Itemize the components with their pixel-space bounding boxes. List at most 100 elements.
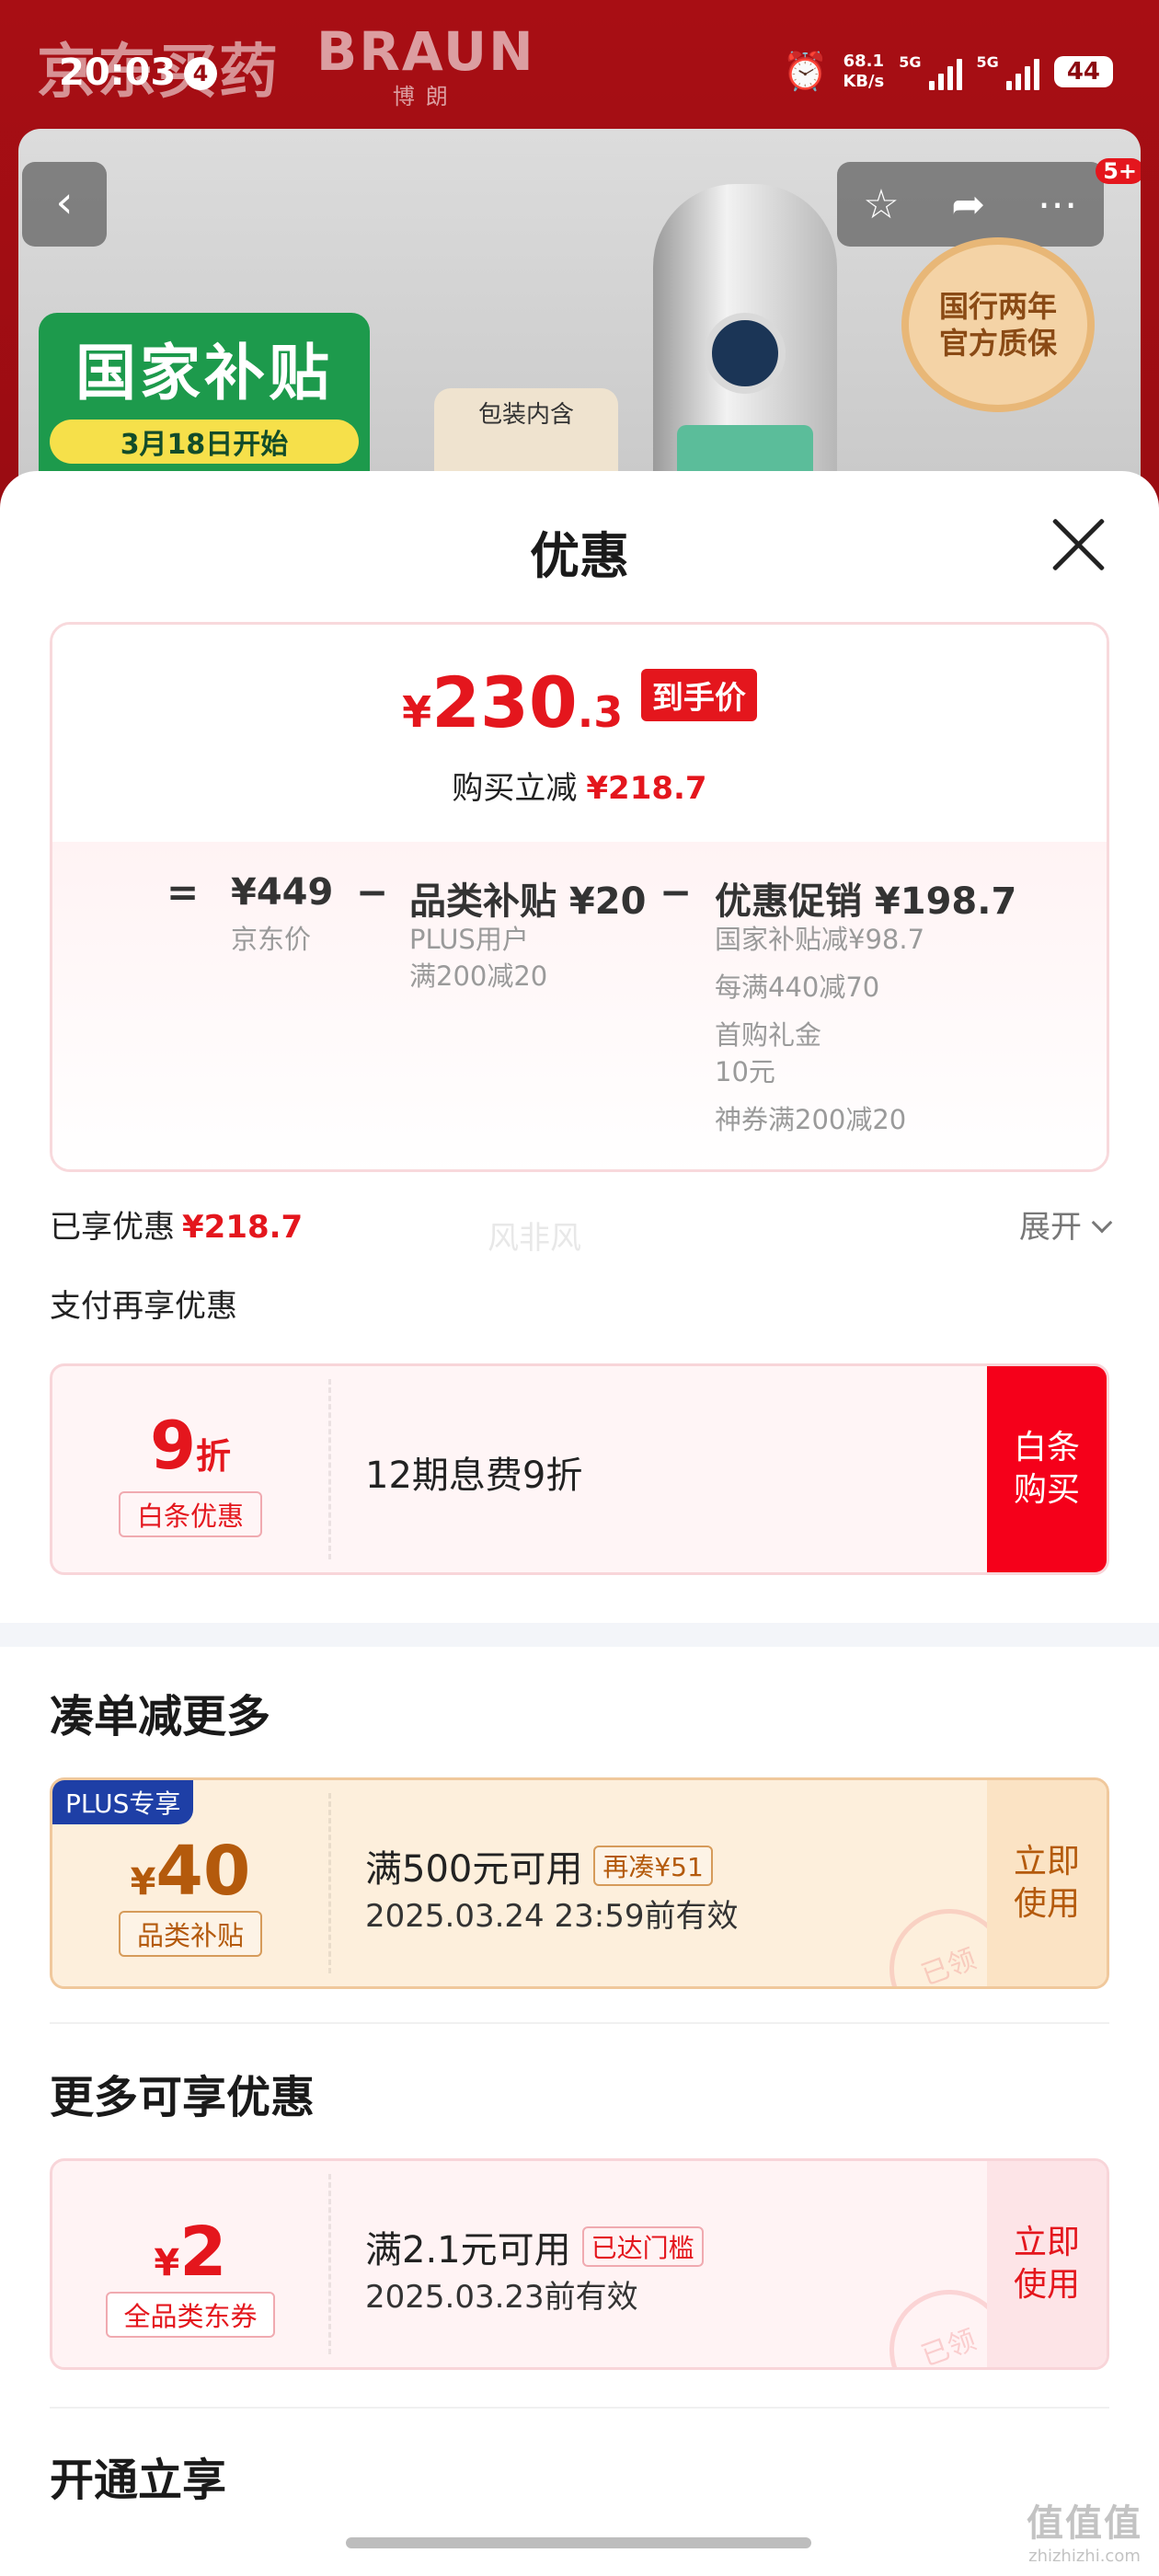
final-price-area: ¥230.3 到手价 购买立减 ¥218.7 [52,625,1107,842]
plus-coupon-tag: 品类补贴 [119,1911,262,1957]
price-calc-area: = ¥449 京东价 − 品类补贴 ¥20 PLUS用户 满200减20 − 优… [52,842,1107,1169]
sheet-title: 优惠 [530,527,629,585]
all-category-coupon[interactable]: ¥2 全品类东券 满2.1元可用 已达门槛 2025.03.23前有效 已领 立即… [50,2158,1109,2370]
status-time: 20:03 [59,52,177,94]
notification-badge: 4 [184,57,217,90]
section-title-combine: 凑单减更多 [50,1691,271,1742]
all-coupon-amount: ¥2 [52,2213,328,2292]
subsidy-badge: 国家补贴 3月18日开始 [39,313,370,497]
divider-line [50,2407,1109,2409]
pay-more-label: 支付再享优惠 [50,1288,237,1325]
plus-coupon-yen: ¥ [130,1861,156,1903]
promo-total: 优惠促销 ¥198.7 [715,880,1017,923]
baitiao-offer[interactable]: 9折 白条优惠 12期息费9折 白条 购买 [50,1363,1109,1575]
coupon-divider [328,2174,331,2354]
status-bar: 20:03 4 ⏰ 68.1 KB/s 5G 5G 44 [0,46,1159,107]
category-sub-1: PLUS用户 [409,924,529,955]
thermometer-lens [705,313,786,394]
plus-coupon[interactable]: PLUS专享 ¥40 品类补贴 满500元可用 再凑¥51 2025.03.24 … [50,1777,1109,1989]
plus-coupon-extra: 再凑¥51 [593,1846,713,1886]
plus-coupon-condition: 满500元可用 再凑¥51 [365,1839,713,1892]
coupon-divider [328,1379,331,1559]
plus-coupon-amount: ¥40 [52,1832,328,1911]
chevron-down-icon [1091,1212,1113,1234]
jd-price-label: 京东价 [231,924,312,955]
sim1-label: 5G [899,52,922,71]
section-separator [0,1623,1159,1647]
category-subsidy: 品类补贴 ¥20 [409,880,647,923]
final-price: ¥230.3 到手价 [52,661,1107,743]
subsidy-date: 3月18日开始 [50,420,359,464]
net-speed: 68.1 KB/s [843,52,884,92]
section-title-open: 开通立享 [50,2455,227,2506]
all-coupon-condition-text: 满2.1元可用 [365,2229,571,2271]
all-coupon-extra: 已达门槛 [581,2226,704,2267]
share-icon[interactable]: ➦ [951,181,985,228]
close-icon[interactable] [1047,513,1109,576]
minus-sign: − [356,869,389,914]
watermark: 风非风 [488,1220,581,1257]
more-icon[interactable]: ⋯ [1038,181,1078,228]
subsidy-title: 国家补贴 [75,338,333,408]
coupon-divider [328,1793,331,1973]
all-coupon-validity: 2025.03.23前有效 [365,2279,638,2316]
equals-sign: = [166,869,200,914]
expand-label: 展开 [1019,1209,1082,1246]
price-breakdown-card: ¥230.3 到手价 购买立减 ¥218.7 = ¥449 京东价 − 品类补贴 … [50,622,1109,1172]
instant-cut-label: 购买立减 [452,770,578,807]
all-coupon-condition: 满2.1元可用 已达门槛 [365,2220,704,2273]
more-badge: 5+ [1096,158,1141,184]
plus-badge: PLUS专享 [52,1780,194,1824]
use-now-button[interactable]: 立即 使用 [987,1780,1107,1986]
baitiao-discount-value: 9 [149,1407,197,1484]
all-coupon-tag: 全品类东券 [106,2292,275,2338]
status-icons: ⏰ 68.1 KB/s 5G 5G 44 [782,50,1113,93]
section-title-more: 更多可享优惠 [50,2072,316,2123]
baitiao-buy-button[interactable]: 白条 购买 [987,1366,1107,1572]
corner-watermark: 值值值 zhizhizhi.com [1027,2493,1142,2566]
baitiao-tag: 白条优惠 [119,1491,262,1537]
final-price-dec: .3 [577,687,624,737]
instant-cut: 购买立减 ¥218.7 [52,763,1107,808]
star-icon[interactable]: ☆ [863,181,899,228]
net-speed-value: 68.1 [843,51,884,71]
home-indicator[interactable] [346,2537,811,2548]
thermometer-image [653,184,837,515]
use-now-button[interactable]: 立即 使用 [987,2161,1107,2367]
promo-item: 国家补贴减¥98.7 [715,924,925,955]
baitiao-discount-unit: 折 [196,1436,232,1477]
expand-button[interactable]: 展开 [1019,1202,1113,1247]
final-price-yen: ¥ [402,687,432,737]
jd-price: ¥449 [231,871,334,914]
promo-item: 每满440减70 [715,972,880,1003]
all-coupon-yen: ¥ [154,2242,180,2284]
divider-line [50,2022,1109,2024]
enjoyed-label: 已享优惠 [50,1209,175,1246]
net-speed-unit: KB/s [843,71,885,91]
product-page-background: 京东买药 BRAUN 博朗 20:03 4 ⏰ 68.1 KB/s 5G 5G … [0,0,1159,515]
baitiao-desc: 12期息费9折 [365,1455,583,1497]
enjoyed-value: ¥218.7 [182,1209,304,1246]
final-price-tag: 到手价 [640,669,757,721]
all-coupon-value: 2 [179,2213,227,2292]
back-button[interactable]: ‹ [22,162,107,247]
promo-item: 神券满200减20 [715,1104,907,1135]
alarm-icon: ⏰ [782,51,829,93]
battery-icon: 44 [1053,55,1113,87]
signal-icon-2: 5G [977,53,1039,90]
plus-coupon-condition-text: 满500元可用 [365,1848,583,1891]
category-sub-2: 满200减20 [409,960,548,992]
corner-watermark-main: 值值值 [1027,2502,1142,2545]
final-price-int: 230 [431,661,578,743]
sim2-label: 5G [976,52,999,71]
signal-icon: 5G [899,52,962,90]
product-image: ‹ ☆ ➦ ⋯ 5+ 国家补贴 3月18日开始 包装内含 国行两年 官方质保 [18,129,1141,515]
warranty-seal: 国行两年 官方质保 [901,237,1095,412]
instant-cut-value: ¥218.7 [586,770,707,807]
baitiao-discount: 9折 [52,1407,328,1484]
plus-coupon-validity: 2025.03.24 23:59前有效 [365,1898,739,1935]
enjoyed-discount: 已享优惠 ¥218.7 [50,1202,303,1247]
corner-watermark-url: zhizhizhi.com [1028,2547,1141,2566]
nav-actions: ☆ ➦ ⋯ [837,162,1104,247]
plus-coupon-value: 40 [155,1832,251,1911]
